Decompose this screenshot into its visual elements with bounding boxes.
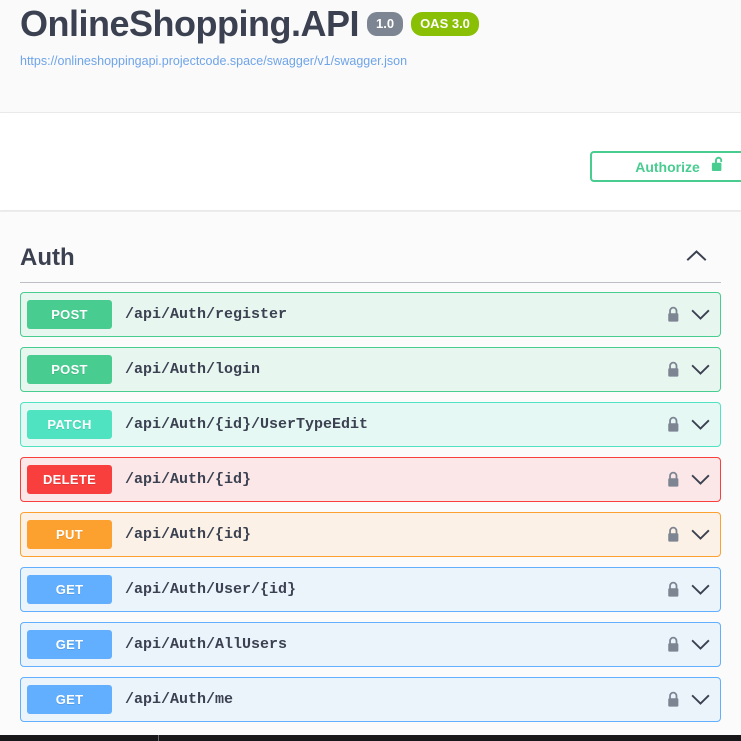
chevron-down-icon[interactable] (691, 694, 710, 706)
operation-row[interactable]: GET/api/Auth/User/{id} (20, 567, 721, 612)
operation-row[interactable]: PATCH/api/Auth/{id}/UserTypeEdit (20, 402, 721, 447)
chevron-down-icon[interactable] (691, 474, 710, 486)
operation-row[interactable]: POST/api/Auth/register (20, 292, 721, 337)
operation-method-badge: GET (27, 685, 112, 714)
tag-section-auth: Auth POST/api/Auth/register POST/api/Auth… (0, 211, 741, 735)
chevron-up-icon[interactable] (686, 249, 707, 267)
operation-path: /api/Auth/AllUsers (125, 636, 288, 653)
window-bottom-edge (0, 735, 741, 741)
lock-closed-icon[interactable] (666, 471, 681, 489)
operation-path: /api/Auth/{id} (125, 471, 252, 488)
operation-path: /api/Auth/{id} (125, 526, 252, 543)
operation-row[interactable]: PUT/api/Auth/{id} (20, 512, 721, 557)
lock-closed-icon[interactable] (666, 306, 681, 324)
operation-method-badge: DELETE (27, 465, 112, 494)
operation-method-badge: GET (27, 630, 112, 659)
lock-closed-icon[interactable] (666, 361, 681, 379)
lock-open-icon (710, 155, 727, 179)
tag-header-auth[interactable]: Auth (20, 233, 721, 283)
operation-path: /api/Auth/register (125, 306, 288, 323)
chevron-down-icon[interactable] (691, 639, 710, 651)
chevron-down-icon[interactable] (691, 419, 710, 431)
chevron-down-icon[interactable] (691, 309, 710, 321)
api-title-row: OnlineShopping.API 1.0 OAS 3.0 (20, 2, 479, 46)
tag-title: Auth (20, 243, 75, 271)
operation-row[interactable]: DELETE/api/Auth/{id} (20, 457, 721, 502)
operation-method-badge: GET (27, 575, 112, 604)
operation-method-badge: POST (27, 355, 112, 384)
lock-closed-icon[interactable] (666, 416, 681, 434)
lock-closed-icon[interactable] (666, 581, 681, 599)
operation-row[interactable]: GET/api/Auth/AllUsers (20, 622, 721, 667)
chevron-down-icon[interactable] (691, 529, 710, 541)
operation-method-badge: PATCH (27, 410, 112, 439)
page-title: OnlineShopping.API (20, 3, 359, 44)
chevron-down-icon[interactable] (691, 584, 710, 596)
operation-path: /api/Auth/login (125, 361, 261, 378)
lock-closed-icon[interactable] (666, 526, 681, 544)
operation-method-badge: PUT (27, 520, 112, 549)
operation-row[interactable]: POST/api/Auth/login (20, 347, 721, 392)
bottom-edge-seam (158, 735, 159, 741)
authorize-button[interactable]: Authorize (590, 151, 741, 182)
oas-version-badge: OAS 3.0 (411, 12, 479, 36)
lock-closed-icon[interactable] (666, 636, 681, 654)
api-version-badge: 1.0 (366, 12, 404, 36)
operation-method-badge: POST (27, 300, 112, 329)
authorize-button-label: Authorize (635, 158, 700, 175)
chevron-down-icon[interactable] (691, 364, 710, 376)
lock-closed-icon[interactable] (666, 691, 681, 709)
api-info-bar: OnlineShopping.API 1.0 OAS 3.0 https://o… (0, 0, 741, 113)
spec-url-link[interactable]: https://onlineshoppingapi.projectcode.sp… (20, 53, 479, 69)
swagger-ui-page: OnlineShopping.API 1.0 OAS 3.0 https://o… (0, 0, 741, 741)
operation-path: /api/Auth/me (125, 691, 234, 708)
api-info-block: OnlineShopping.API 1.0 OAS 3.0 https://o… (20, 2, 479, 69)
operation-row[interactable]: GET/api/Auth/me (20, 677, 721, 722)
operations-list: POST/api/Auth/register POST/api/Auth/logi… (0, 292, 741, 732)
operation-path: /api/Auth/{id}/UserTypeEdit (125, 416, 369, 433)
operation-path: /api/Auth/User/{id} (125, 581, 297, 598)
